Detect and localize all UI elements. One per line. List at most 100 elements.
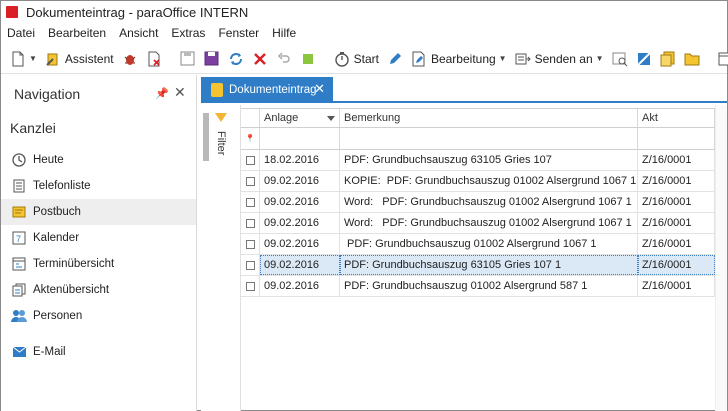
cell-bemerkung[interactable]: PDF: Grundbuchsauszug 01002 Alsergrund 5… — [340, 276, 638, 296]
table-row[interactable]: 09.02.2016 PDF: Grundbuchsauszug 01002 Al… — [241, 276, 715, 297]
open-folder-button[interactable] — [681, 47, 703, 71]
document-tab-strip: Dokumenteintrag ✕ — [201, 75, 727, 103]
cell-anlage[interactable]: 09.02.2016 — [260, 255, 340, 275]
cell-anlage[interactable]: 09.02.2016 — [260, 213, 340, 233]
window-title: Dokumenteintrag - paraOffice INTERN — [26, 4, 249, 20]
title-bar: Dokumenteintrag - paraOffice INTERN — [1, 1, 727, 23]
nav-item-aktenuebersicht[interactable]: Aktenübersicht — [1, 277, 196, 303]
column-header-check[interactable] — [241, 109, 260, 127]
nav-item-kalender[interactable]: 7 Kalender — [1, 225, 196, 251]
save-close-button[interactable] — [201, 47, 223, 71]
nav-item-postbuch[interactable]: Postbuch — [1, 199, 196, 225]
undo-button[interactable] — [273, 47, 295, 71]
stop-button[interactable] — [297, 47, 319, 71]
table-row[interactable]: 09.02.2016 Word: PDF: Grundbuchsauszug 01… — [241, 213, 715, 234]
row-checkbox[interactable] — [241, 213, 260, 233]
column-header-label: Anlage — [264, 112, 299, 124]
filter-cell-bemerkung[interactable] — [340, 128, 638, 149]
close-icon[interactable]: ✕ — [314, 81, 325, 97]
preview-button[interactable] — [609, 47, 631, 71]
cell-anlage[interactable]: 18.02.2016 — [260, 150, 340, 170]
senden-an-dropdown[interactable]: Senden an ▼ — [512, 47, 607, 71]
cell-akt[interactable]: Z/16/0001 — [638, 255, 715, 275]
cell-akt[interactable]: Z/16/0001 — [638, 276, 715, 296]
window-layout-dropdown[interactable]: ▼ — [715, 47, 728, 71]
row-checkbox[interactable] — [241, 150, 260, 170]
table-row[interactable]: 09.02.2016 PDF: Grundbuchsauszug 01002 A… — [241, 234, 715, 255]
column-header-bemerkung[interactable]: Bemerkung — [340, 109, 638, 127]
copy-document-button[interactable] — [657, 47, 679, 71]
cell-anlage[interactable]: 09.02.2016 — [260, 276, 340, 296]
scan-icon — [636, 51, 652, 67]
people-icon — [11, 308, 27, 324]
save-close-icon — [204, 51, 220, 67]
menu-ansicht[interactable]: Ansicht — [119, 26, 158, 40]
row-checkbox[interactable] — [241, 192, 260, 212]
column-header-akt[interactable]: Akt — [638, 109, 715, 127]
cell-bemerkung[interactable]: PDF: Grundbuchsauszug 63105 Gries 107 — [340, 150, 638, 170]
edit-pen-button[interactable] — [384, 47, 406, 71]
column-header-anlage[interactable]: Anlage — [260, 109, 340, 127]
cell-akt[interactable]: Z/16/0001 — [638, 234, 715, 254]
row-checkbox[interactable] — [241, 234, 260, 254]
nav-item-terminuebersicht[interactable]: Terminübersicht — [1, 251, 196, 277]
cell-bemerkung[interactable]: PDF: Grundbuchsauszug 01002 Alsergrund 1… — [340, 234, 638, 254]
table-row[interactable]: 09.02.2016 PDF: Grundbuchsauszug 63105 Gr… — [241, 255, 715, 276]
grid-header: Anlage Bemerkung Akt — [241, 109, 715, 128]
table-row[interactable]: 09.02.2016 KOPIE: PDF: Grundbuchsauszug 0… — [241, 171, 715, 192]
start-button[interactable]: Start — [331, 47, 382, 71]
refresh-button[interactable] — [225, 47, 247, 71]
cell-akt[interactable]: Z/16/0001 — [638, 171, 715, 191]
filter-scroll-handle[interactable] — [203, 113, 209, 161]
scan-button[interactable] — [633, 47, 655, 71]
cell-bemerkung[interactable]: Word: PDF: Grundbuchsauszug 01002 Alserg… — [340, 192, 638, 212]
senden-an-label: Senden an — [534, 51, 593, 66]
send-icon — [515, 51, 531, 67]
row-checkbox[interactable] — [241, 255, 260, 275]
debug-button[interactable] — [119, 47, 141, 71]
svg-text:7: 7 — [16, 234, 21, 244]
save-button[interactable] — [177, 47, 199, 71]
nav-item-heute[interactable]: Heute — [1, 147, 196, 173]
window-icon — [718, 51, 728, 67]
save-icon — [180, 51, 196, 67]
cell-anlage[interactable]: 09.02.2016 — [260, 171, 340, 191]
menu-hilfe[interactable]: Hilfe — [272, 26, 296, 40]
table-row[interactable]: 18.02.2016 PDF: Grundbuchsauszug 63105 Gr… — [241, 150, 715, 171]
cell-bemerkung[interactable]: PDF: Grundbuchsauszug 63105 Gries 107 1 — [340, 255, 638, 275]
filter-cell-akt[interactable] — [638, 128, 715, 149]
close-icon[interactable]: ✕ — [174, 84, 186, 101]
wizard-icon — [45, 51, 61, 67]
nav-item-label: E-Mail — [33, 346, 66, 358]
bearbeitung-dropdown[interactable]: Bearbeitung ▼ — [408, 47, 510, 71]
tab-dokumenteintrag[interactable]: Dokumenteintrag ✕ — [201, 77, 333, 103]
schedule-icon — [11, 256, 27, 272]
menu-bearbeiten[interactable]: Bearbeiten — [48, 26, 106, 40]
nav-item-telefonliste[interactable]: Telefonliste — [1, 173, 196, 199]
cell-akt[interactable]: Z/16/0001 — [638, 213, 715, 233]
row-checkbox[interactable] — [241, 171, 260, 191]
delete-button[interactable] — [249, 47, 271, 71]
funnel-icon[interactable] — [215, 113, 227, 122]
filter-label[interactable]: Filter — [215, 131, 227, 155]
cell-bemerkung[interactable]: Word: PDF: Grundbuchsauszug 01002 Alserg… — [340, 213, 638, 233]
menu-datei[interactable]: Datei — [7, 26, 35, 40]
nav-item-personen[interactable]: Personen — [1, 303, 196, 329]
pin-icon[interactable]: 📌 — [155, 87, 169, 100]
filter-cell-anlage[interactable] — [260, 128, 340, 149]
cell-akt[interactable]: Z/16/0001 — [638, 192, 715, 212]
delete-doc-button[interactable] — [143, 47, 165, 71]
menu-extras[interactable]: Extras — [171, 26, 205, 40]
cell-anlage[interactable]: 09.02.2016 — [260, 192, 340, 212]
navigation-header: Navigation 📌 ✕ — [1, 75, 196, 113]
cell-bemerkung[interactable]: KOPIE: PDF: Grundbuchsauszug 01002 Alser… — [340, 171, 638, 191]
menu-fenster[interactable]: Fenster — [218, 26, 259, 40]
assistent-button[interactable]: Assistent — [42, 47, 117, 71]
nav-item-email[interactable]: E-Mail — [1, 339, 196, 365]
vertical-scrollbar[interactable] — [715, 105, 727, 411]
cell-akt[interactable]: Z/16/0001 — [638, 150, 715, 170]
cell-anlage[interactable]: 09.02.2016 — [260, 234, 340, 254]
new-document-button[interactable]: ▼ — [7, 47, 40, 71]
row-checkbox[interactable] — [241, 276, 260, 296]
table-row[interactable]: 09.02.2016 Word: PDF: Grundbuchsauszug 01… — [241, 192, 715, 213]
